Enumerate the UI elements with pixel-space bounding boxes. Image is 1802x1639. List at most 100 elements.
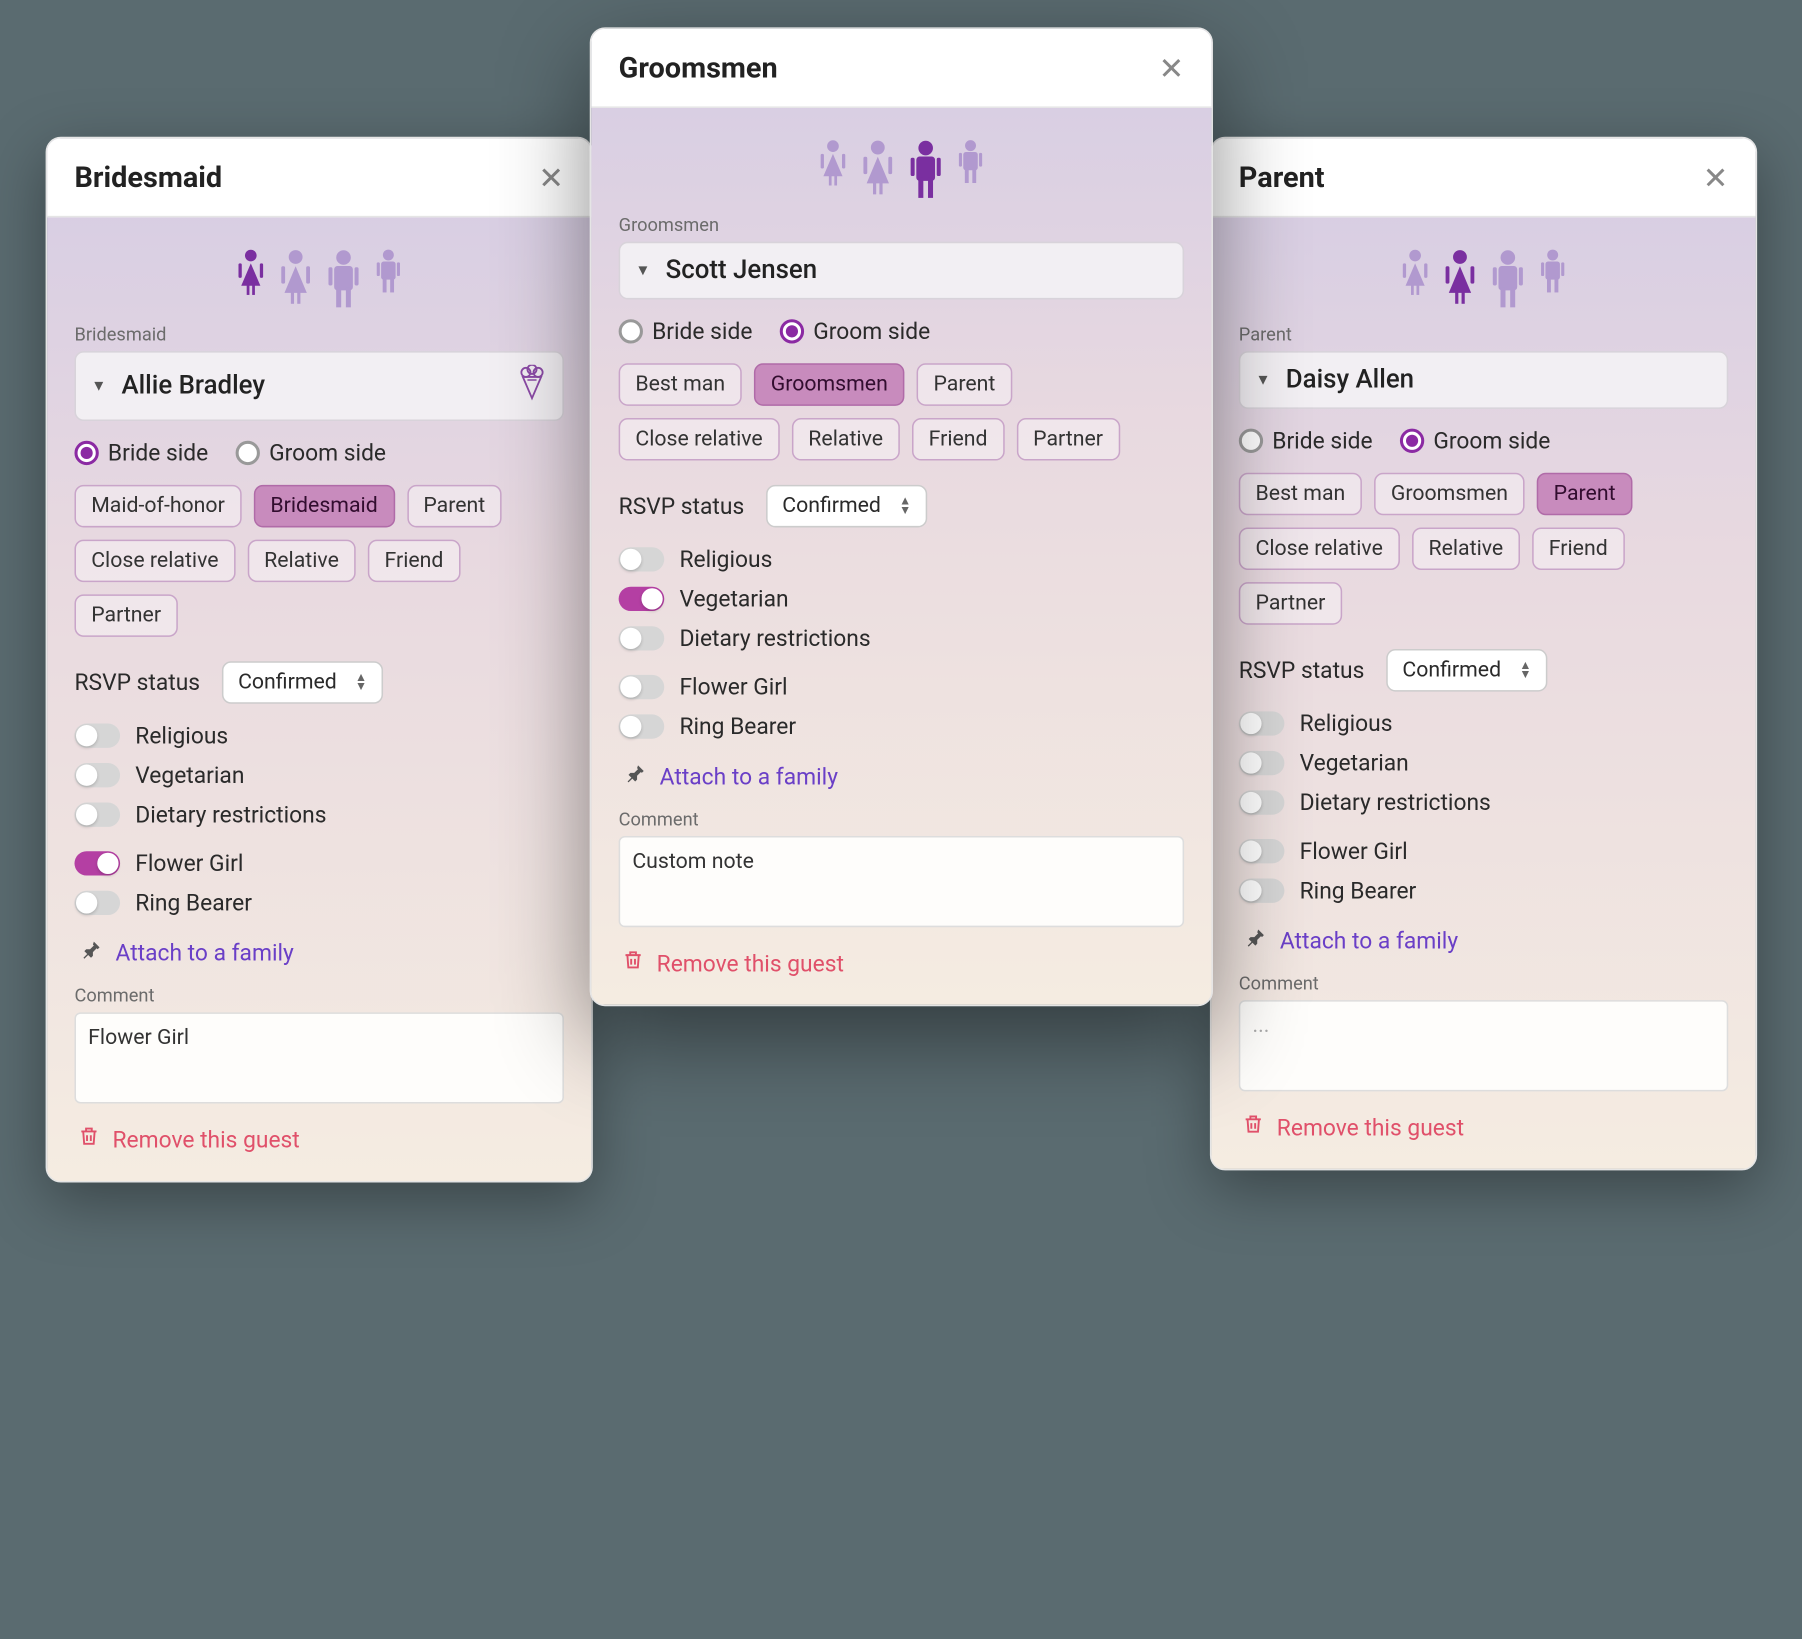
role-chip[interactable]: Partner [74, 594, 177, 637]
religious-toggle[interactable] [74, 724, 120, 748]
role-chip[interactable]: Close relative [619, 418, 780, 461]
rsvp-label: RSVP status [1239, 657, 1365, 684]
bride-side-radio[interactable]: Bride side [619, 318, 753, 345]
dietary-toggle[interactable] [74, 803, 120, 827]
ring_bearer-toggle[interactable] [619, 714, 665, 738]
role-chips: Best man Groomsmen Parent Close relative Rel… [619, 363, 1184, 460]
figure-girl-icon[interactable] [1401, 248, 1428, 309]
comment-input[interactable]: Flower Girl [74, 1012, 563, 1103]
rsvp-select[interactable]: Confirmed ▲▼ [766, 485, 928, 528]
ring_bearer-toggle[interactable] [1239, 879, 1285, 903]
role-chip[interactable]: Maid-of-honor [74, 485, 241, 528]
chevron-down-icon: ▼ [91, 378, 106, 395]
figure-boy-icon[interactable] [958, 138, 984, 199]
role-chip[interactable]: Friend [368, 540, 460, 583]
guest-name-select[interactable]: ▼ Scott Jensen [619, 242, 1184, 300]
role-chip[interactable]: Friend [912, 418, 1004, 461]
card-header: Parent ✕ [1211, 138, 1755, 217]
guest-name-select[interactable]: ▼ Allie Bradley [74, 351, 563, 421]
figure-girl-icon[interactable] [819, 138, 846, 199]
role-chip[interactable]: Best man [1239, 473, 1362, 516]
role-chip[interactable]: Close relative [74, 540, 235, 583]
groom-side-radio[interactable]: Groom side [236, 439, 386, 466]
flower_girl-toggle[interactable] [74, 851, 120, 875]
rsvp-select[interactable]: Confirmed ▲▼ [1386, 649, 1548, 692]
ring_bearer-label: Ring Bearer [679, 713, 796, 740]
trash-icon [622, 948, 645, 977]
vegetarian-toggle[interactable] [74, 763, 120, 787]
figure-man-icon[interactable] [909, 138, 942, 199]
groom-side-label: Groom side [269, 439, 386, 466]
close-icon[interactable]: ✕ [1703, 162, 1728, 192]
pin-icon [625, 762, 648, 791]
figure-man-icon[interactable] [327, 248, 360, 309]
role-chip[interactable]: Groomsmen [754, 363, 905, 406]
bride-side-label: Bride side [1272, 427, 1372, 454]
groom-side-radio[interactable]: Groom side [780, 318, 930, 345]
role-chip[interactable]: Parent [1537, 473, 1632, 516]
remove-guest-button[interactable]: Remove this guest [1242, 1113, 1728, 1142]
ring_bearer-toggle[interactable] [74, 891, 120, 915]
sort-icon: ▲▼ [1519, 662, 1531, 679]
dietary-toggle[interactable] [619, 626, 665, 650]
close-icon[interactable]: ✕ [538, 162, 563, 192]
groom-side-label: Groom side [1433, 427, 1550, 454]
pin-icon [81, 938, 104, 967]
groom-side-radio[interactable]: Groom side [1400, 427, 1550, 454]
role-chip[interactable]: Friend [1532, 527, 1624, 570]
dietary-label: Dietary restrictions [1300, 789, 1491, 816]
role-chip[interactable]: Relative [792, 418, 900, 461]
role-chip[interactable]: Partner [1016, 418, 1119, 461]
attach-family-link[interactable]: Attach to a family [625, 762, 1184, 791]
religious-toggle[interactable] [619, 547, 665, 571]
figure-man-icon[interactable] [1491, 248, 1524, 309]
role-chip[interactable]: Relative [247, 540, 355, 583]
chevron-down-icon: ▼ [635, 262, 650, 279]
remove-guest-text: Remove this guest [657, 949, 844, 976]
religious-toggle[interactable] [1239, 711, 1285, 735]
figure-woman-icon[interactable] [862, 138, 894, 199]
figure-boy-icon[interactable] [1540, 248, 1566, 309]
rsvp-select[interactable]: Confirmed ▲▼ [221, 661, 383, 704]
figure-picker [1239, 248, 1728, 309]
role-chip[interactable]: Parent [917, 363, 1012, 406]
bride-side-label: Bride side [652, 318, 752, 345]
role-chip[interactable]: Groomsmen [1374, 473, 1525, 516]
comment-label: Comment [619, 809, 1184, 830]
close-icon[interactable]: ✕ [1159, 52, 1184, 82]
role-chip[interactable]: Relative [1412, 527, 1520, 570]
figure-boy-icon[interactable] [375, 248, 401, 309]
role-chip[interactable]: Close relative [1239, 527, 1400, 570]
figure-girl-icon[interactable] [237, 248, 264, 309]
attach-family-text: Attach to a family [116, 939, 294, 966]
role-chips: Best man Groomsmen Parent Close relative Rel… [1239, 473, 1728, 625]
remove-guest-text: Remove this guest [112, 1126, 299, 1153]
comment-input[interactable]: Custom note [619, 836, 1184, 927]
remove-guest-button[interactable]: Remove this guest [78, 1125, 564, 1154]
role-label: Bridesmaid [74, 324, 563, 345]
flower_girl-toggle[interactable] [619, 675, 665, 699]
bride-side-radio[interactable]: Bride side [1239, 427, 1373, 454]
flower_girl-toggle[interactable] [1239, 839, 1285, 863]
attach-family-link[interactable]: Attach to a family [1245, 926, 1728, 955]
dietary-toggle[interactable] [1239, 790, 1285, 814]
guest-name: Daisy Allen [1286, 365, 1712, 395]
role-chip[interactable]: Best man [619, 363, 742, 406]
role-chip[interactable]: Bridesmaid [254, 485, 395, 528]
role-chip[interactable]: Parent [407, 485, 502, 528]
sort-icon: ▲▼ [355, 674, 367, 691]
guest-name-select[interactable]: ▼ Daisy Allen [1239, 351, 1728, 409]
vegetarian-toggle[interactable] [1239, 751, 1285, 775]
figure-woman-icon[interactable] [1444, 248, 1476, 309]
attach-family-link[interactable]: Attach to a family [81, 938, 564, 967]
remove-guest-button[interactable]: Remove this guest [622, 948, 1184, 977]
vegetarian-toggle[interactable] [619, 587, 665, 611]
bride-side-radio[interactable]: Bride side [74, 439, 208, 466]
card-header: Groomsmen ✕ [591, 29, 1211, 108]
guest-card: Bridesmaid ✕ [46, 137, 593, 1183]
ring_bearer-label: Ring Bearer [1300, 877, 1417, 904]
role-chip[interactable]: Partner [1239, 582, 1342, 625]
comment-input[interactable]: ... [1239, 1000, 1728, 1091]
sort-icon: ▲▼ [899, 498, 911, 515]
figure-woman-icon[interactable] [280, 248, 312, 309]
